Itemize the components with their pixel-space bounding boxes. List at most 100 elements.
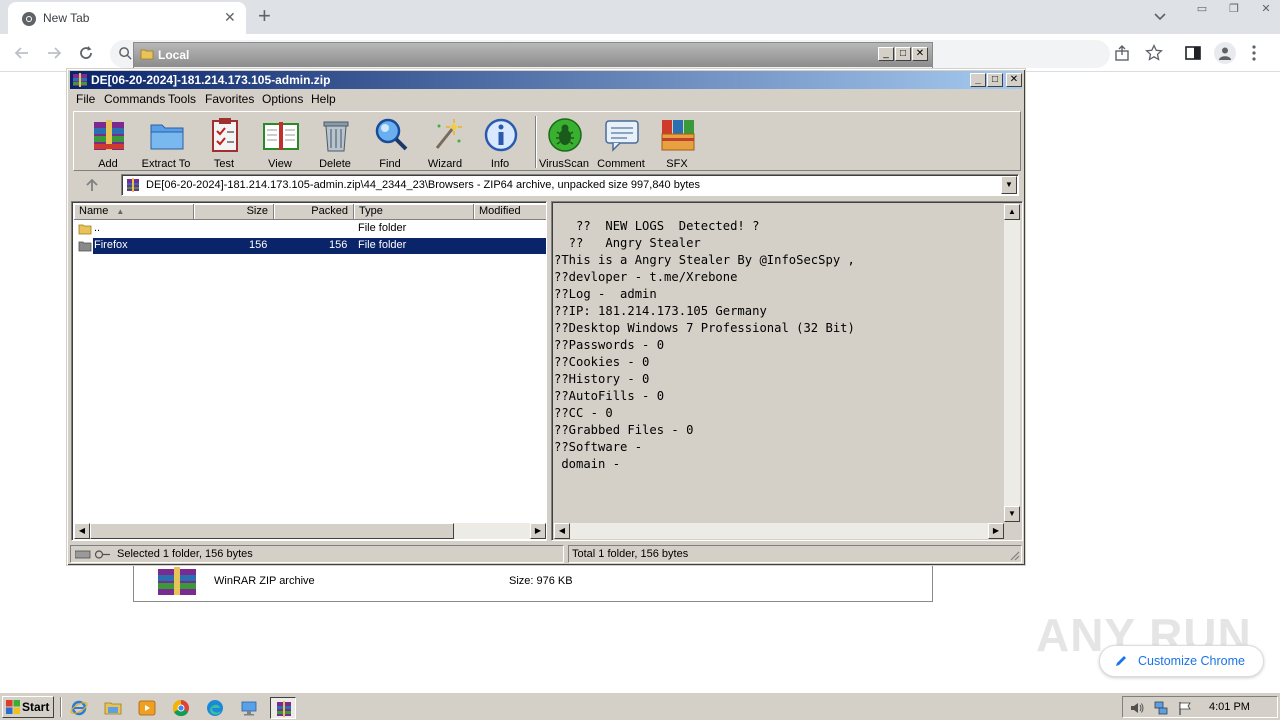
menu-favorites[interactable]: Favorites [205, 92, 254, 106]
start-button[interactable]: Start [2, 696, 54, 718]
row-type: File folder [358, 239, 407, 251]
new-tab-button[interactable]: + [258, 4, 271, 28]
winrar-maximize-button[interactable]: □ [987, 73, 1003, 87]
taskbar-media-player[interactable] [134, 697, 160, 719]
file-explorer-icon [104, 702, 122, 715]
scroll-left-icon[interactable]: ◀ [74, 523, 90, 539]
column-type[interactable]: Type [354, 204, 474, 220]
winrar-title-bar[interactable]: DE[06-20-2024]-181.214.173.105-admin.zip… [70, 71, 1022, 89]
start-label: Start [22, 700, 50, 714]
tab-close-icon[interactable]: ✕ [224, 9, 236, 26]
windows-logo-icon [6, 700, 20, 714]
column-name[interactable]: Name ▲ [74, 204, 194, 220]
scroll-up-icon[interactable]: ▲ [1004, 204, 1020, 220]
bookmark-star-icon[interactable] [1145, 44, 1163, 62]
taskbar-winrar[interactable] [270, 697, 296, 719]
scroll-right-icon[interactable]: ▶ [530, 523, 546, 539]
explorer-title: Local [158, 48, 190, 62]
volume-icon[interactable] [1129, 700, 1145, 716]
column-modified[interactable]: Modified [474, 204, 546, 220]
scroll-down-icon[interactable]: ▼ [1004, 506, 1020, 522]
status-selected-text: Selected 1 folder, 156 bytes [117, 548, 253, 560]
explorer-maximize-button[interactable]: □ [895, 47, 911, 61]
file-list-header: Name ▲ Size Packed Type Modified [74, 204, 546, 220]
clock[interactable]: 4:01 PM [1209, 701, 1250, 713]
status-right: Total 1 folder, 156 bytes [568, 545, 1022, 563]
menu-file[interactable]: File [76, 92, 95, 106]
file-list-hscrollbar[interactable]: ◀ ▶ [74, 523, 546, 539]
magnifier-icon [375, 118, 408, 151]
toolbar: Add Extract To Test View Delete Find Wiz… [73, 111, 1021, 171]
customize-chrome-button[interactable]: Customize Chrome [1099, 645, 1264, 677]
taskbar-chrome[interactable] [168, 697, 194, 719]
taskbar-network[interactable] [236, 697, 262, 719]
explorer-details-pane: WinRAR ZIP archive Size: 976 KB [134, 563, 932, 601]
taskbar-ie[interactable] [66, 697, 92, 719]
share-icon[interactable] [1113, 44, 1131, 62]
taskbar-edge[interactable] [202, 697, 228, 719]
back-arrow-icon[interactable] [12, 43, 32, 63]
column-packed[interactable]: Packed [274, 204, 354, 220]
explorer-minimize-button[interactable]: _ [878, 47, 894, 61]
virusscan-button[interactable]: VirusScan [536, 114, 592, 170]
tab-new-tab[interactable]: New Tab ✕ [8, 2, 246, 34]
row-type: File folder [358, 222, 407, 234]
menu-options[interactable]: Options [262, 92, 303, 106]
extract-folder-icon [150, 124, 184, 150]
profile-avatar-icon[interactable] [1214, 42, 1236, 64]
menu-help[interactable]: Help [311, 92, 336, 106]
status-bar: Selected 1 folder, 156 bytes Total 1 fol… [70, 545, 1022, 563]
sfx-books-icon [661, 120, 695, 151]
sfx-button[interactable]: SFX [649, 114, 705, 170]
network-icon[interactable] [1153, 700, 1169, 716]
taskbar-explorer[interactable] [100, 697, 126, 719]
minimize-icon[interactable]: ▭ [1188, 0, 1216, 18]
search-icon [119, 47, 132, 60]
explorer-close-button[interactable]: ✕ [912, 47, 928, 61]
forward-arrow-icon[interactable] [44, 43, 64, 63]
table-row-firefox[interactable]: Firefox 156 156 File folder [74, 238, 546, 254]
side-panel-icon[interactable] [1184, 44, 1202, 62]
drive-key-icon [75, 550, 110, 559]
comment-hscrollbar[interactable]: ◀ ▶ [554, 523, 1004, 539]
action-center-flag-icon[interactable] [1177, 700, 1193, 716]
path-bar: DE[06-20-2024]-181.214.173.105-admin.zip… [73, 173, 1021, 197]
pencil-icon [1116, 656, 1126, 666]
extract-to-button[interactable]: Extract To [138, 114, 194, 170]
explorer-title-bar[interactable]: Local _ □ ✕ [134, 43, 932, 67]
folder-icon [140, 49, 154, 60]
archive-path-text: DE[06-20-2024]-181.214.173.105-admin.zip… [146, 179, 701, 191]
scroll-thumb[interactable] [90, 523, 454, 539]
add-button[interactable]: Add [80, 114, 136, 170]
table-row-parent[interactable]: .. File folder [74, 221, 546, 237]
menu-tools[interactable]: Tools [168, 92, 196, 106]
scroll-left-icon[interactable]: ◀ [554, 523, 570, 539]
internet-explorer-icon [70, 700, 88, 716]
row-packed: 156 [329, 239, 348, 251]
chrome-favicon-icon [22, 12, 36, 26]
trash-icon [323, 121, 349, 152]
up-folder-arrow-icon[interactable] [83, 176, 101, 194]
comment-vscrollbar[interactable]: ▲ ▼ [1004, 204, 1020, 522]
scroll-right-icon[interactable]: ▶ [988, 523, 1004, 539]
winrar-minimize-button[interactable]: _ [970, 73, 986, 87]
chrome-menu-icon[interactable] [1252, 44, 1256, 62]
info-button[interactable]: Info [472, 114, 528, 170]
selection-highlight [93, 238, 546, 254]
close-icon[interactable]: ✕ [1252, 0, 1280, 18]
customize-chrome-label: Customize Chrome [1138, 654, 1245, 668]
menu-commands[interactable]: Commands [104, 92, 165, 106]
winrar-close-button[interactable]: ✕ [1006, 73, 1022, 87]
folder-icon [78, 241, 92, 252]
wand-icon [435, 119, 462, 149]
column-size[interactable]: Size [194, 204, 274, 220]
status-left: Selected 1 folder, 156 bytes [70, 545, 564, 563]
tab-search-chevron-icon[interactable] [1152, 8, 1168, 24]
edge-icon [207, 700, 223, 716]
reload-icon[interactable] [76, 43, 96, 63]
comment-icon [605, 120, 639, 152]
restore-icon[interactable]: ❐ [1220, 0, 1248, 18]
archive-path-field[interactable]: DE[06-20-2024]-181.214.173.105-admin.zip… [121, 174, 1019, 196]
path-dropdown-chevron-icon[interactable]: ▼ [1001, 176, 1017, 194]
resize-grip-icon[interactable] [1008, 549, 1020, 561]
